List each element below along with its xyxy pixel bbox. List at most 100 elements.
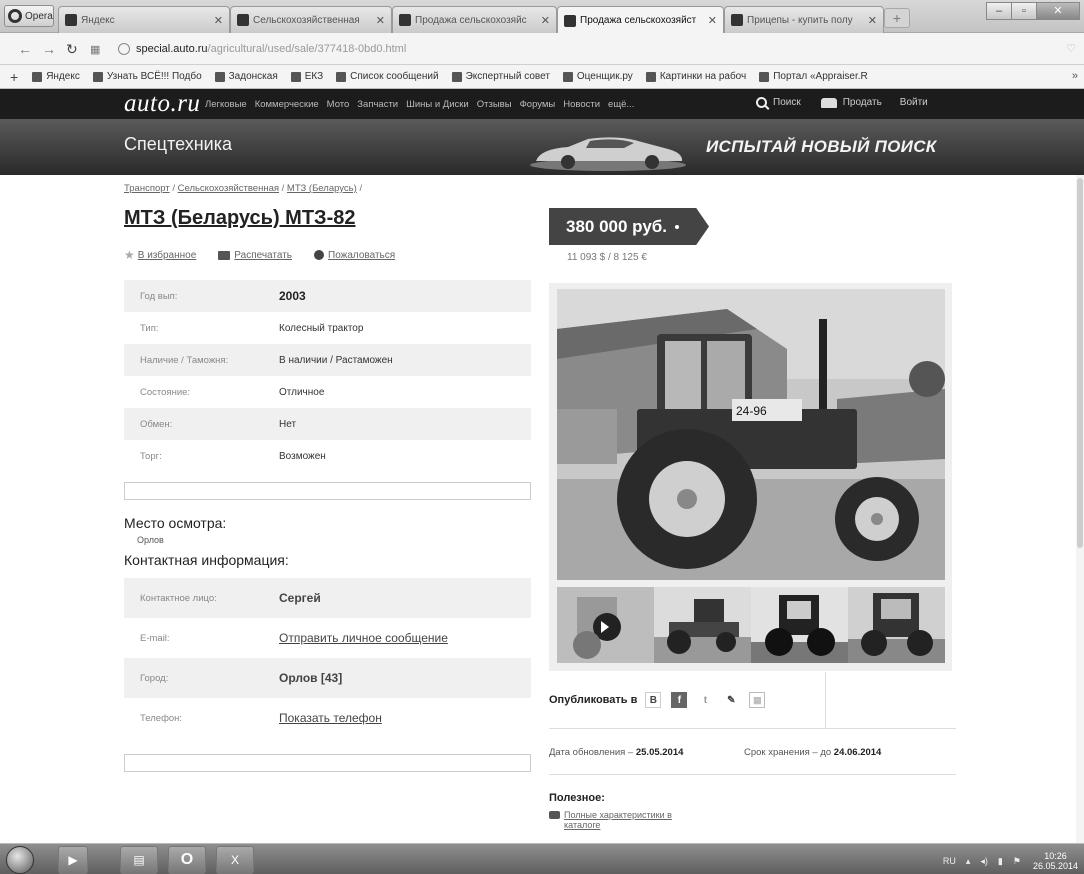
tab-agri-2[interactable]: Продажа сельскохозяйс ✕ (392, 6, 557, 33)
bookmarks-more-button[interactable]: » (1072, 70, 1078, 82)
search-icon[interactable] (756, 97, 767, 108)
vk-share-icon[interactable]: B (645, 692, 662, 708)
tab-label: Яндекс (81, 14, 115, 26)
twitter-share-icon[interactable]: t (697, 692, 713, 708)
scrollbar-thumb[interactable] (1077, 178, 1083, 548)
reload-icon[interactable]: ↻ (66, 41, 78, 58)
bookmark-item[interactable]: Задонская (214, 71, 278, 82)
tab-agri-1[interactable]: Сельскохозяйственная ✕ (230, 6, 392, 33)
facebook-share-icon[interactable]: f (671, 692, 688, 708)
nav-forums[interactable]: Форумы (520, 99, 556, 110)
start-button[interactable] (6, 846, 34, 874)
share-label: Опубликовать в (549, 694, 638, 706)
sell-link[interactable]: Продать (843, 97, 882, 108)
breadcrumb-transport[interactable]: Транспорт (124, 183, 170, 194)
nav-moto[interactable]: Мото (327, 99, 350, 110)
nav-more[interactable]: ещё... (608, 99, 634, 110)
thumbnail-1[interactable] (557, 587, 654, 663)
flag-icon[interactable]: ⚑ (1013, 856, 1021, 867)
speed-dial-icon[interactable]: ▦ (90, 43, 100, 56)
maximize-button[interactable]: ▫ (1011, 2, 1037, 20)
bookmark-item[interactable]: Яндекс (32, 71, 80, 82)
nav-news[interactable]: Новости (563, 99, 600, 110)
complain-button[interactable]: Пожаловаться (314, 248, 395, 262)
back-arrow-icon[interactable]: ← (18, 41, 32, 57)
tab-yandex[interactable]: Яндекс ✕ (58, 6, 230, 33)
bookmark-item[interactable]: Узнать ВСЁ!!! Подбо (92, 71, 202, 82)
tab-agri-active[interactable]: Продажа сельскохозяйст ✕ (557, 6, 724, 34)
contact-city: Орлов [43] (263, 658, 531, 698)
site-info-icon[interactable] (118, 43, 130, 55)
minimize-button[interactable]: – (986, 2, 1012, 20)
url-field[interactable]: special.auto.ru /agricultural/used/sale/… (118, 39, 1048, 59)
tab-close-icon[interactable]: ✕ (541, 14, 550, 27)
bookmark-item[interactable]: Портал «Appraiser.R (759, 71, 868, 82)
main-photo[interactable]: 24-96 (557, 289, 945, 580)
opera-taskbar-icon[interactable]: O (168, 846, 206, 874)
clock[interactable]: 10:26 26.05.2014 (1033, 851, 1078, 871)
spec-key: Обмен: (124, 408, 263, 440)
site-logo[interactable]: auto.ru (124, 90, 200, 118)
login-link[interactable]: Войти (900, 97, 928, 108)
livejournal-share-icon[interactable]: ✎ (723, 692, 739, 708)
search-link[interactable]: Поиск (773, 97, 801, 108)
bookmark-item[interactable]: Картинки на рабоч (645, 71, 746, 82)
thumbnail-4[interactable] (848, 587, 945, 663)
catalog-specs-link[interactable]: Полные характеристики в каталоге (549, 810, 704, 830)
breadcrumb-mtz[interactable]: МТЗ (Беларусь) (287, 183, 357, 194)
updated-label: Дата обновления – (549, 747, 636, 758)
keep-value: 24.06.2014 (833, 747, 882, 758)
tab-close-icon[interactable]: ✕ (214, 14, 223, 27)
spec-key: Тип: (140, 322, 159, 334)
nav-cars[interactable]: Легковые (205, 99, 247, 110)
nav-commercial[interactable]: Коммерческие (255, 99, 319, 110)
media-player-icon[interactable]: ▶ (58, 846, 88, 874)
inspection-place-value: Орлов (137, 535, 164, 545)
address-bar-row: ← → ↻ ▦ special.auto.ru /agricultural/us… (0, 33, 1084, 65)
close-window-button[interactable]: ✕ (1036, 2, 1080, 20)
page-title[interactable]: МТЗ (Беларусь) МТЗ-82 (124, 207, 355, 230)
bookmark-heart-icon[interactable]: ♡ (1066, 42, 1076, 55)
thumbnail-3[interactable] (751, 587, 848, 663)
bookmark-label: Список сообщений (350, 71, 439, 82)
tab-close-icon[interactable]: ✕ (376, 14, 385, 27)
tray-arrow-icon[interactable]: ▴ (966, 856, 971, 867)
car-icon (549, 811, 560, 819)
updated-value: 25.05.2014 (635, 747, 684, 758)
tab-close-icon[interactable]: ✕ (708, 14, 717, 27)
spec-value: Нет (263, 408, 531, 440)
share-bar: Опубликовать в B f t ✎ ▦ (549, 672, 826, 728)
volume-icon[interactable]: ◂) (980, 856, 988, 867)
tab-trailers[interactable]: Прицепы - купить полу ✕ (724, 6, 884, 33)
thumbnail-2[interactable] (654, 587, 751, 663)
tab-close-icon[interactable]: ✕ (868, 14, 877, 27)
breadcrumb-agricultural[interactable]: Сельскохозяйственная (178, 183, 279, 194)
grid-share-icon[interactable]: ▦ (749, 692, 766, 708)
print-button[interactable]: Распечатать (218, 248, 292, 262)
bookmark-item[interactable]: Список сообщений (336, 71, 439, 82)
bookmark-item[interactable]: Оценщик.ру (562, 71, 633, 82)
bookmark-item[interactable]: ЕКЗ (290, 71, 323, 82)
show-phone-link[interactable]: Показать телефон (263, 698, 531, 738)
forward-arrow-icon[interactable]: → (42, 41, 56, 57)
bookmark-item[interactable]: Экспертный совет (451, 71, 550, 82)
favorite-button[interactable]: ★ В избранное (124, 248, 196, 262)
network-icon[interactable]: ▮ (998, 856, 1003, 867)
tractor-thumbnail (557, 587, 654, 663)
send-message-link[interactable]: Отправить личное сообщение (263, 618, 531, 658)
opera-menu-button[interactable]: Opera (4, 5, 54, 27)
bookmarks-bar: + Яндекс Узнать ВСЁ!!! Подбо Задонская Е… (0, 65, 1084, 89)
banner-slogan[interactable]: ИСПЫТАЙ НОВЫЙ ПОИСК (706, 137, 937, 157)
page-scrollbar[interactable] (1076, 175, 1084, 843)
excel-icon[interactable]: X (216, 846, 254, 874)
spec-key: Торг: (140, 450, 162, 462)
price-dot-icon (675, 224, 680, 229)
new-tab-button[interactable]: + (884, 8, 910, 28)
language-indicator[interactable]: RU (943, 856, 956, 866)
nav-tires[interactable]: Шины и Диски (406, 99, 469, 110)
catalog-specs-label: Полные характеристики в каталоге (564, 810, 672, 830)
add-bookmark-icon[interactable]: + (10, 69, 18, 85)
nav-parts[interactable]: Запчасти (357, 99, 398, 110)
explorer-icon[interactable]: ▤ (120, 846, 158, 874)
nav-reviews[interactable]: Отзывы (477, 99, 512, 110)
